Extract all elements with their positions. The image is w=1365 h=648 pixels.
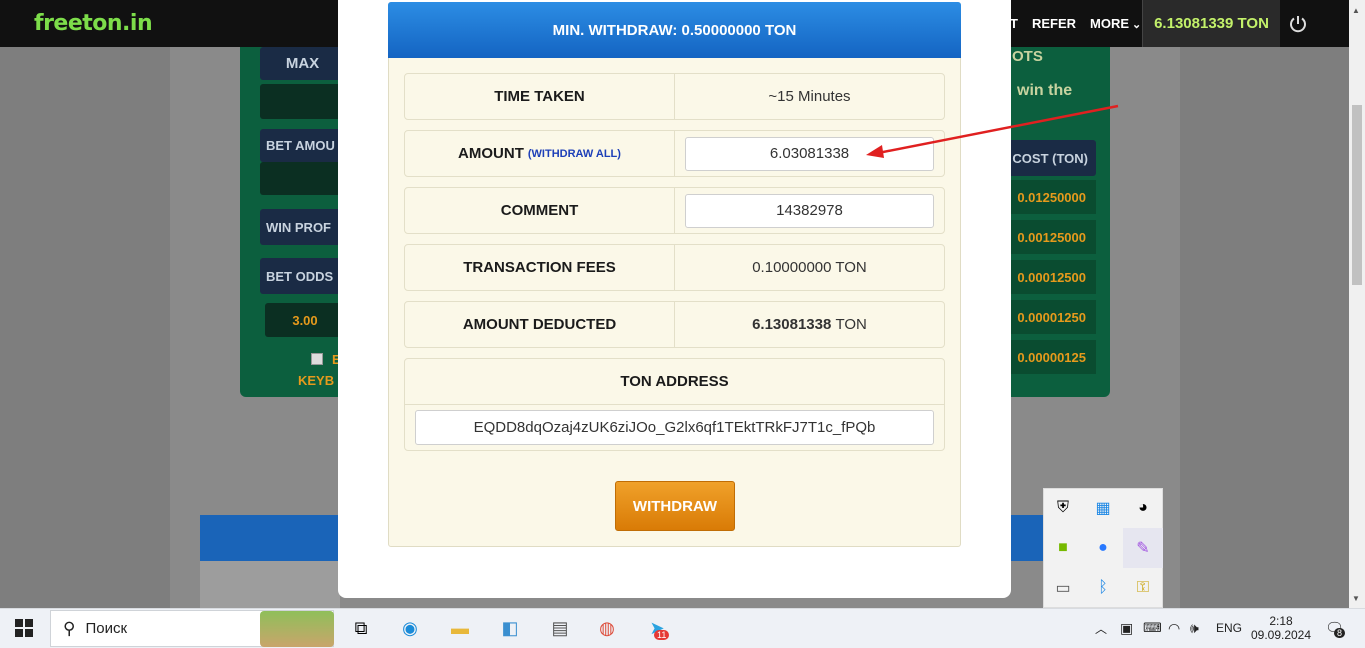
telegram-badge: 11: [654, 630, 670, 640]
search-highlight-image: [260, 611, 334, 647]
scroll-up-icon[interactable]: ▲: [1352, 6, 1360, 15]
tray-chevron-up-icon[interactable]: ︿: [1095, 608, 1107, 648]
volume-icon[interactable]: 🕪: [1190, 608, 1199, 648]
cost-value: 0.00012500: [1000, 260, 1096, 294]
deducted-amount: 6.13081338: [752, 316, 832, 333]
input-icon[interactable]: ⌨: [1143, 608, 1162, 648]
calculator-icon[interactable]: ▤: [545, 608, 575, 648]
address-section: TON ADDRESS: [404, 358, 945, 451]
nvidia-icon[interactable]: ■: [1043, 528, 1083, 568]
jackpots-text: OTS: [1012, 48, 1043, 65]
nav-item-more[interactable]: MORE ⌄: [1090, 16, 1141, 31]
ton-address-input[interactable]: [415, 410, 934, 445]
site-logo[interactable]: freeton.in: [34, 11, 153, 36]
fees-value: 0.10000000 TON: [752, 259, 867, 276]
cost-value: 0.01250000: [1000, 180, 1096, 214]
win-profit-label: WIN PROF: [260, 209, 345, 245]
keyboard-checkbox[interactable]: [311, 353, 323, 365]
deducted-value: 6.13081338 TON: [675, 302, 944, 347]
max-label: MAX: [260, 47, 345, 80]
win-the-text: win the: [1017, 82, 1073, 99]
balance-display[interactable]: 6.13081339 TON: [1142, 0, 1280, 47]
amount-label-cell: AMOUNT (WITHDRAW ALL): [405, 131, 675, 176]
bet-amount-field[interactable]: [260, 162, 345, 195]
fees-label: TRANSACTION FEES: [405, 245, 675, 290]
start-button[interactable]: [0, 608, 48, 648]
edge-icon[interactable]: ◉: [395, 608, 425, 648]
cost-value: 0.00125000: [1000, 220, 1096, 254]
key-icon[interactable]: ⚿: [1123, 568, 1163, 608]
deducted-row: AMOUNT DEDUCTED 6.13081338 TON: [404, 301, 945, 348]
bluetooth-icon[interactable]: ᛒ: [1083, 568, 1123, 608]
wifi-icon[interactable]: ◠: [1168, 608, 1180, 648]
fees-row: TRANSACTION FEES 0.10000000 TON: [404, 244, 945, 291]
device-icon[interactable]: ▭: [1043, 568, 1083, 608]
notes-app-icon[interactable]: ◧: [495, 608, 525, 648]
section-header: [200, 515, 340, 561]
address-label: TON ADDRESS: [405, 359, 944, 405]
chrome-icon[interactable]: ◍: [592, 608, 622, 648]
nav-more-label: MORE: [1090, 16, 1130, 31]
cost-value: 0.00001250: [1000, 300, 1096, 334]
power-icon: [1290, 15, 1306, 32]
scrollbar-thumb[interactable]: [1352, 105, 1362, 285]
nav-item-partial[interactable]: T: [1010, 16, 1018, 31]
bet-amount-label: BET AMOU: [260, 129, 345, 162]
telegram-icon[interactable]: ➤: [642, 608, 672, 648]
withdraw-all-link[interactable]: (WITHDRAW ALL): [528, 148, 621, 160]
comment-label: COMMENT: [405, 188, 675, 233]
deducted-label: AMOUNT DEDUCTED: [405, 302, 675, 347]
file-explorer-icon[interactable]: ▬: [445, 608, 475, 648]
deducted-unit: TON: [835, 316, 867, 333]
page-scrollbar[interactable]: [1349, 0, 1365, 608]
clock[interactable]: 2:18 09.09.2024: [1250, 609, 1312, 647]
time-taken-label: TIME TAKEN: [405, 74, 675, 119]
scroll-down-icon[interactable]: ▼: [1352, 594, 1360, 603]
nav-item-refer[interactable]: REFER: [1032, 16, 1076, 31]
comment-row: COMMENT: [404, 187, 945, 234]
top-nav: T REFER MORE ⌄: [1010, 0, 1155, 47]
double-chevron-down-icon: ⌄: [1132, 19, 1142, 31]
section-body: [200, 561, 340, 608]
withdraw-button[interactable]: WITHDRAW: [615, 481, 735, 531]
app-tray-icon[interactable]: ◕: [1123, 488, 1163, 528]
clock-time: 2:18: [1269, 614, 1293, 628]
clock-date: 09.09.2024: [1250, 628, 1312, 642]
max-field: [260, 84, 345, 119]
notifications-badge: 8: [1334, 628, 1346, 638]
language-indicator[interactable]: ENG: [1216, 608, 1242, 648]
amount-label: AMOUNT: [458, 145, 524, 162]
cost-value: 0.00000125: [1000, 340, 1096, 374]
defender-shield-icon[interactable]: ⛨: [1043, 488, 1083, 528]
search-placeholder: Поиск: [85, 620, 128, 637]
bet-odds-label: BET ODDS: [260, 258, 345, 294]
bet-odds-value[interactable]: 3.00: [265, 303, 345, 337]
task-view-icon[interactable]: ⧉: [348, 608, 374, 648]
windows-icon: [15, 619, 33, 637]
app-badge-icon[interactable]: ●: [1083, 528, 1123, 568]
logout-button[interactable]: [1281, 0, 1315, 47]
comment-input[interactable]: [685, 193, 934, 228]
network-app-icon[interactable]: ▦: [1083, 488, 1123, 528]
feather-icon[interactable]: ✎: [1123, 528, 1163, 568]
modal-header: MIN. WITHDRAW: 0.50000000 TON: [388, 2, 961, 58]
annotation-arrow: [866, 104, 1119, 158]
search-icon: ⚲: [63, 618, 76, 638]
meet-icon[interactable]: ▣: [1120, 608, 1133, 648]
keyboard-label: KEYB: [298, 373, 335, 388]
